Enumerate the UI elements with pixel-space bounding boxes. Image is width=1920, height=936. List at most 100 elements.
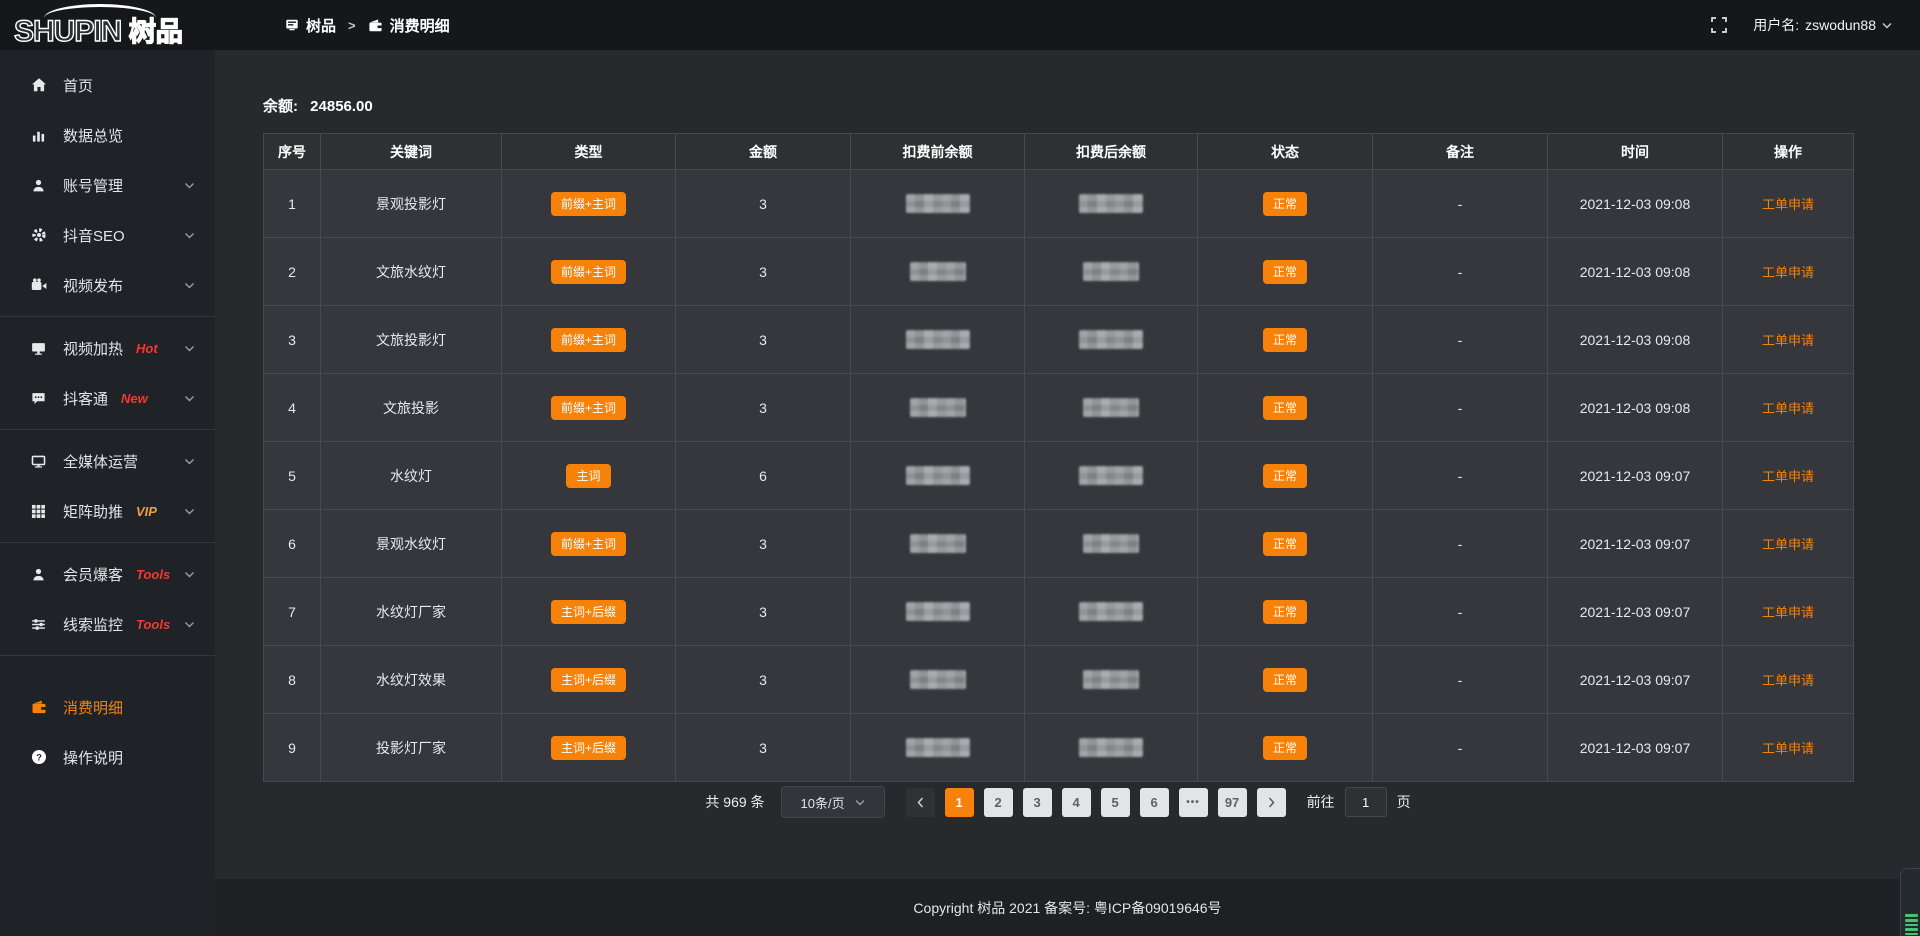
page-ellipsis-button[interactable]: ••• <box>1179 788 1208 817</box>
table-row: 5 水纹灯 主词 6 正常 - 2021-12-03 09:07 工单申请 <box>264 442 1854 510</box>
hot-badge: Hot <box>136 341 158 356</box>
cell-status: 正常 <box>1198 578 1373 646</box>
chevron-down-icon <box>184 621 195 628</box>
cell-amount: 3 <box>676 374 851 442</box>
ticket-apply-link[interactable]: 工单申请 <box>1762 469 1814 484</box>
cell-status: 正常 <box>1198 646 1373 714</box>
page-size-select[interactable]: 10条/页 <box>781 786 885 818</box>
sidebar-item-label: 抖音SEO <box>63 225 125 246</box>
cell-remark: - <box>1373 646 1548 714</box>
cell-amount: 3 <box>676 238 851 306</box>
sidebar-item-label: 视频发布 <box>63 275 123 296</box>
goto-page-input[interactable] <box>1345 787 1387 817</box>
cell-remark: - <box>1373 714 1548 782</box>
masked-value <box>906 194 970 213</box>
cell-index: 4 <box>264 374 321 442</box>
prev-page-button[interactable] <box>906 788 935 817</box>
ticket-apply-link[interactable]: 工单申请 <box>1762 537 1814 552</box>
page-button-2[interactable]: 2 <box>984 788 1013 817</box>
next-page-button[interactable] <box>1257 788 1286 817</box>
ticket-apply-link[interactable]: 工单申请 <box>1762 673 1814 688</box>
sidebar-item-clue-monitor[interactable]: 线索监控 Tools <box>0 599 215 649</box>
ticket-apply-link[interactable]: 工单申请 <box>1762 333 1814 348</box>
breadcrumb-separator: > <box>348 18 356 33</box>
question-circle-icon: ? <box>30 749 47 765</box>
chevron-down-icon <box>184 282 195 289</box>
sidebar-item-video-heat[interactable]: 视频加热 Hot <box>0 323 215 373</box>
username-label: 用户名: <box>1753 15 1799 35</box>
sidebar-item-matrix-boost[interactable]: 矩阵助推 VIP <box>0 486 215 536</box>
video-camera-icon <box>30 277 47 293</box>
sidebar-item-douyin-seo[interactable]: 抖音SEO <box>0 210 215 260</box>
cell-action: 工单申请 <box>1723 374 1854 442</box>
sidebar-item-all-media[interactable]: 全媒体运营 <box>0 436 215 486</box>
type-badge: 主词+后缀 <box>551 736 626 760</box>
ticket-apply-link[interactable]: 工单申请 <box>1762 265 1814 280</box>
sidebar-item-douketong[interactable]: 抖客通 New <box>0 373 215 423</box>
ticket-apply-link[interactable]: 工单申请 <box>1762 741 1814 756</box>
chevron-down-icon <box>855 799 865 806</box>
cell-keyword: 水纹灯厂家 <box>321 578 502 646</box>
sidebar-item-data-overview[interactable]: 数据总览 <box>0 110 215 160</box>
gear-icon <box>30 227 47 243</box>
cell-type: 主词+后缀 <box>502 714 676 782</box>
cell-type: 前缀+主词 <box>502 170 676 238</box>
col-header: 操作 <box>1723 134 1854 170</box>
cell-type: 主词+后缀 <box>502 646 676 714</box>
cell-index: 6 <box>264 510 321 578</box>
user-menu[interactable]: 用户名: zswodun88 <box>1753 15 1892 35</box>
breadcrumb-current[interactable]: 消费明细 <box>368 15 450 36</box>
sidebar-item-label: 视频加热 <box>63 338 123 359</box>
tools-badge: Tools <box>136 567 170 582</box>
cell-balance-before <box>851 306 1025 374</box>
col-header: 备注 <box>1373 134 1548 170</box>
sidebar-item-member-burst[interactable]: 会员爆客 Tools <box>0 549 215 599</box>
col-header: 序号 <box>264 134 321 170</box>
cell-remark: - <box>1373 238 1548 306</box>
cell-keyword: 景观水纹灯 <box>321 510 502 578</box>
cell-balance-after <box>1025 510 1198 578</box>
page-button-1[interactable]: 1 <box>945 788 974 817</box>
type-badge: 主词+后缀 <box>551 668 626 692</box>
floating-widget[interactable] <box>1900 868 1920 936</box>
cell-balance-before <box>851 714 1025 782</box>
cell-balance-after <box>1025 714 1198 782</box>
cell-amount: 3 <box>676 714 851 782</box>
cell-balance-before <box>851 578 1025 646</box>
brand-logo[interactable]: SHUPIN 树品 <box>0 0 215 50</box>
page-button-3[interactable]: 3 <box>1023 788 1052 817</box>
sidebar-item-account-mgmt[interactable]: 账号管理 <box>0 160 215 210</box>
cell-remark: - <box>1373 578 1548 646</box>
cell-type: 前缀+主词 <box>502 306 676 374</box>
col-header: 状态 <box>1198 134 1373 170</box>
sidebar-item-home[interactable]: 首页 <box>0 60 215 110</box>
page-button-6[interactable]: 6 <box>1140 788 1169 817</box>
sidebar-item-instructions[interactable]: ? 操作说明 <box>0 732 215 782</box>
breadcrumb-home[interactable]: 树品 <box>285 15 336 36</box>
tools-badge: Tools <box>136 617 170 632</box>
type-badge: 前缀+主词 <box>551 532 626 556</box>
table-row: 1 景观投影灯 前缀+主词 3 正常 - 2021-12-03 09:08 工单… <box>264 170 1854 238</box>
cell-time: 2021-12-03 09:07 <box>1548 646 1723 714</box>
page-button-4[interactable]: 4 <box>1062 788 1091 817</box>
chevron-down-icon <box>184 508 195 515</box>
breadcrumb-label: 树品 <box>306 15 336 36</box>
col-header: 扣费后余额 <box>1025 134 1198 170</box>
ticket-apply-link[interactable]: 工单申请 <box>1762 401 1814 416</box>
page-button-5[interactable]: 5 <box>1101 788 1130 817</box>
masked-value <box>910 534 966 553</box>
home-icon <box>30 77 47 93</box>
sidebar-item-video-publish[interactable]: 视频发布 <box>0 260 215 310</box>
masked-value <box>1079 466 1143 485</box>
sidebar-item-consumption-detail[interactable]: 消费明细 <box>0 682 215 732</box>
status-badge: 正常 <box>1263 668 1307 692</box>
svg-text:?: ? <box>36 752 42 763</box>
ticket-apply-link[interactable]: 工单申请 <box>1762 605 1814 620</box>
ticket-apply-link[interactable]: 工单申请 <box>1762 197 1814 212</box>
fullscreen-icon[interactable] <box>1711 17 1727 33</box>
sidebar-item-label: 会员爆客 <box>63 564 123 585</box>
cell-balance-before <box>851 646 1025 714</box>
cell-keyword: 文旅投影 <box>321 374 502 442</box>
goto-label: 前往 <box>1307 792 1335 812</box>
page-button-97[interactable]: 97 <box>1218 788 1247 817</box>
